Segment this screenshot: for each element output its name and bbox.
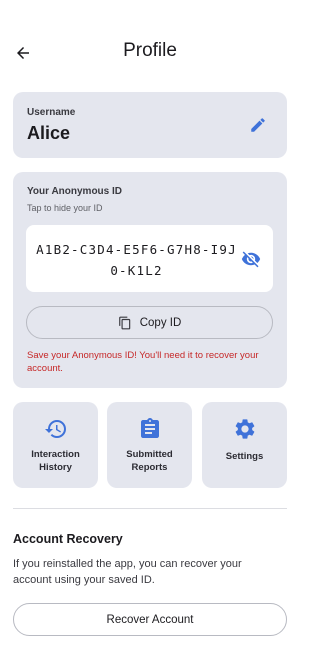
anonymous-id-card: Your Anonymous ID Tap to hide your ID A1… [13,172,287,388]
submitted-reports-tile[interactable]: Submitted Reports [107,402,192,488]
clipboard-icon [137,416,163,442]
save-id-warning: Save your Anonymous ID! You'll need it t… [27,350,259,374]
submitted-reports-label: Submitted Reports [126,449,173,473]
copy-id-label: Copy ID [139,316,182,329]
username-label: Username [27,107,76,118]
anonymous-id-value: A1B2-C3D4-E5F6-G7H8-I9J0-K1L2 [36,242,237,278]
recover-account-button[interactable]: Recover Account [13,603,287,636]
pencil-icon [251,118,265,132]
interaction-history-tile[interactable]: Interaction History [13,402,98,488]
section-divider [13,508,287,509]
history-icon [43,416,69,442]
username-card: Username Alice [13,92,287,158]
account-recovery-title: Account Recovery [13,532,123,546]
anonymous-id-box[interactable]: A1B2-C3D4-E5F6-G7H8-I9J0-K1L2 [26,225,273,292]
copy-icon [118,316,130,329]
gear-icon [232,416,258,442]
edit-username-button[interactable] [247,114,269,136]
settings-tile[interactable]: Settings [202,402,287,488]
account-recovery-description: If you reinstalled the app, you can reco… [13,558,242,586]
username-value: Alice [27,123,71,143]
app-bar: Profile [0,0,300,100]
interaction-history-label: Interaction History [31,449,80,473]
anonymous-id-title: Your Anonymous ID [27,186,122,197]
eye-off-icon [241,251,261,268]
page-title: Profile [123,40,177,61]
settings-label: Settings [225,451,264,462]
toggle-id-visibility-button[interactable] [239,247,263,271]
copy-id-button[interactable]: Copy ID [26,306,273,339]
anonymous-id-hint: Tap to hide your ID [27,203,103,213]
